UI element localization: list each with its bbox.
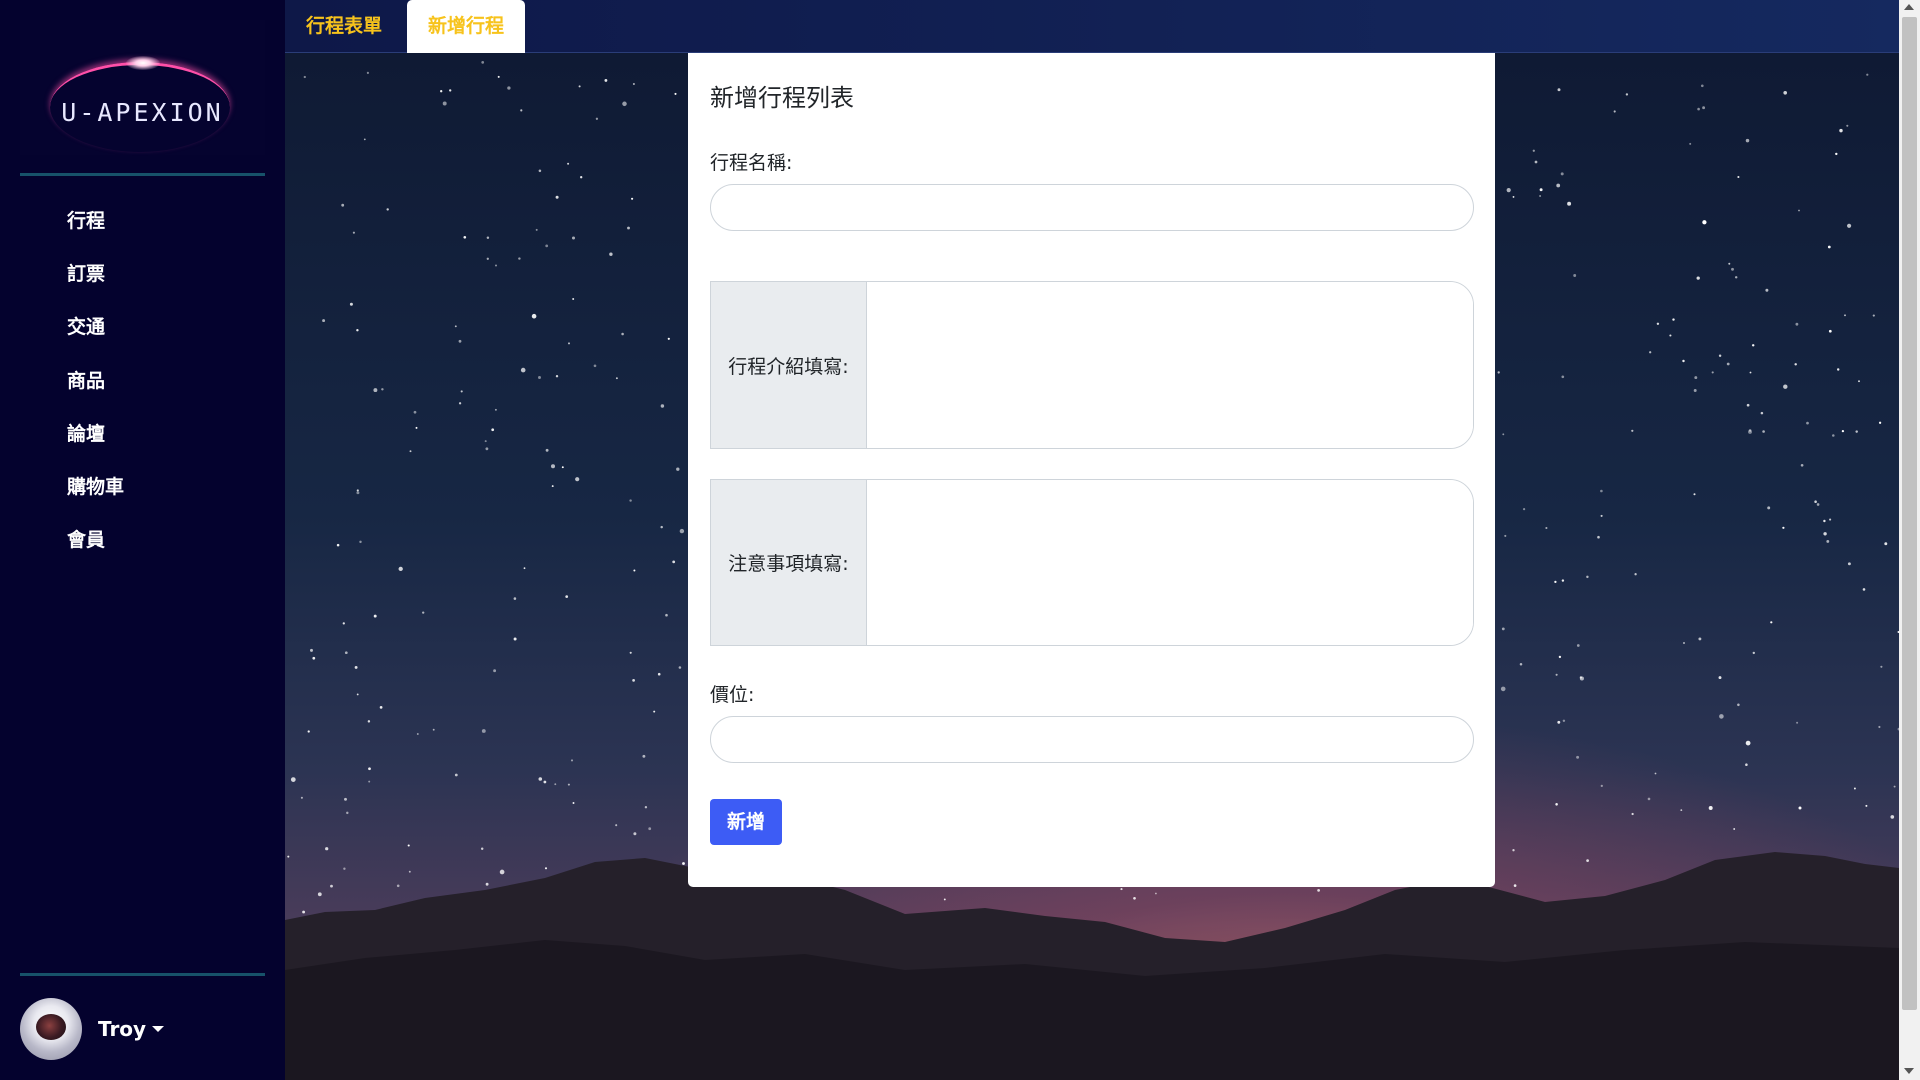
notes-label: 注意事項填寫:	[711, 480, 867, 645]
astronaut-icon	[36, 1014, 66, 1040]
page-title: 新增行程列表	[710, 84, 854, 112]
scrollbar-thumb[interactable]	[1902, 17, 1917, 1010]
avatar[interactable]	[20, 998, 82, 1060]
itinerary-intro-textarea[interactable]	[867, 282, 1473, 448]
sidebar-divider-bottom	[20, 973, 265, 976]
sidebar-item-tickets[interactable]: 訂票	[0, 251, 285, 304]
scroll-up-arrow-icon[interactable]	[1904, 4, 1914, 10]
itinerary-name-label: 行程名稱:	[710, 152, 793, 174]
notes-group: 注意事項填寫:	[710, 479, 1474, 646]
itinerary-intro-label: 行程介紹填寫:	[711, 282, 867, 448]
itinerary-name-input[interactable]	[710, 184, 1474, 231]
itinerary-intro-group: 行程介紹填寫:	[710, 281, 1474, 449]
add-itinerary-card: 新增行程列表 行程名稱: 行程介紹填寫: 注意事項填寫: 價位: 新增	[688, 53, 1495, 887]
sidebar: U-APEXION 行程 訂票 交通 商品 論壇 購物車 會員 Troy	[0, 0, 285, 1080]
sidebar-item-cart[interactable]: 購物車	[0, 464, 285, 517]
add-button[interactable]: 新增	[710, 799, 782, 845]
user-menu[interactable]: Troy	[20, 998, 165, 1060]
scroll-down-arrow-icon[interactable]	[1904, 1068, 1914, 1074]
caret-down-icon[interactable]	[152, 1026, 165, 1032]
brand-logo[interactable]: U-APEXION	[20, 20, 265, 155]
tab-itinerary-list[interactable]: 行程表單	[285, 0, 403, 53]
price-input[interactable]	[710, 716, 1474, 763]
price-label: 價位:	[710, 684, 755, 706]
sidebar-nav: 行程 訂票 交通 商品 論壇 購物車 會員	[0, 198, 285, 570]
sidebar-item-member[interactable]: 會員	[0, 517, 285, 570]
logo-flare-icon	[126, 56, 160, 70]
notes-textarea[interactable]	[867, 480, 1473, 645]
sidebar-item-itinerary[interactable]: 行程	[0, 198, 285, 251]
top-tab-bar: 行程表單 新增行程	[285, 0, 1899, 53]
sidebar-divider-top	[20, 173, 265, 176]
sidebar-item-forum[interactable]: 論壇	[0, 411, 285, 464]
user-name[interactable]: Troy	[98, 1017, 146, 1041]
tab-add-itinerary[interactable]: 新增行程	[407, 0, 526, 53]
page-scrollbar[interactable]	[1899, 0, 1920, 1080]
sidebar-item-products[interactable]: 商品	[0, 358, 285, 411]
sidebar-item-transport[interactable]: 交通	[0, 304, 285, 357]
logo-text: U-APEXION	[61, 98, 224, 127]
